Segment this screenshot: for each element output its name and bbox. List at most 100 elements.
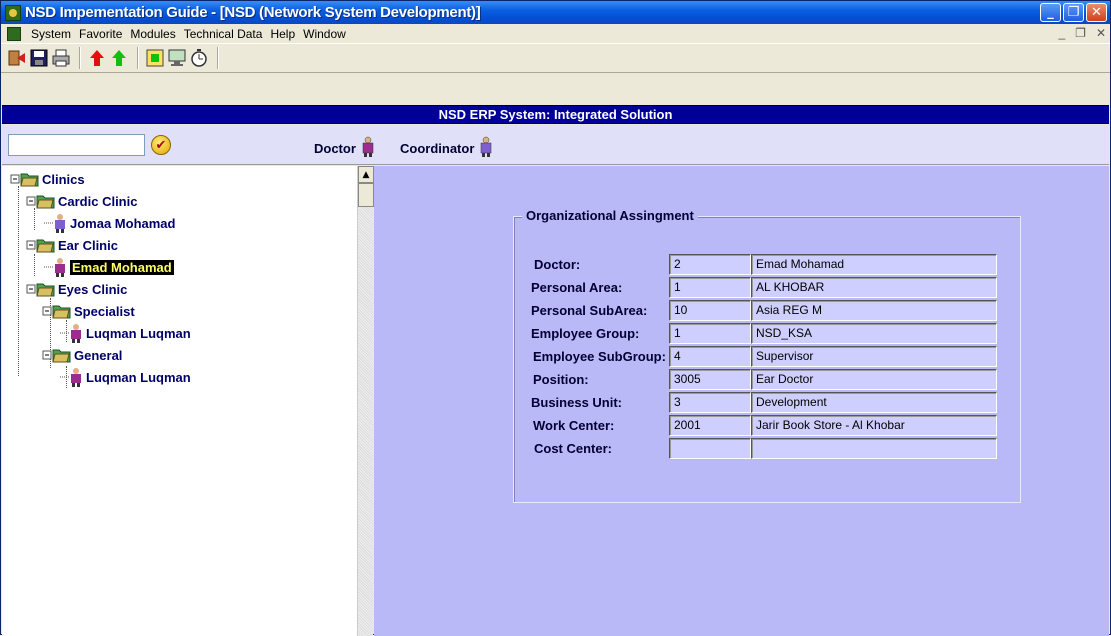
tree-node-specialist[interactable]: Specialist bbox=[42, 300, 135, 322]
field-code[interactable]: 3005 bbox=[669, 369, 751, 390]
menu-bar: System Favorite Modules Technical Data H… bbox=[1, 24, 1110, 43]
clinic-tree-panel: Clinics Cardic Clinic Jomaa Mohamad Ear … bbox=[2, 166, 374, 636]
mdi-restore-button[interactable]: ❐ bbox=[1075, 26, 1086, 40]
field-row-personal-area: Personal Area: 1 AL KHOBAR bbox=[514, 277, 1022, 299]
stopwatch-icon[interactable] bbox=[189, 47, 209, 69]
field-code[interactable] bbox=[669, 438, 751, 459]
toolbar-separator bbox=[137, 47, 139, 69]
menu-technical-data[interactable]: Technical Data bbox=[180, 27, 267, 41]
menu-window[interactable]: Window bbox=[299, 27, 350, 41]
field-label: Employee SubGroup: bbox=[533, 349, 666, 364]
tree-node-clinics[interactable]: Clinics bbox=[10, 168, 85, 190]
doctor-person-icon bbox=[60, 368, 84, 387]
mdi-close-button[interactable]: ✕ bbox=[1096, 26, 1106, 40]
folder-tree-icon bbox=[26, 280, 56, 298]
tree-node-emad-mohamad[interactable]: Emad Mohamad bbox=[44, 256, 174, 278]
folder-tree-icon bbox=[42, 302, 72, 320]
app-window: NSD Impementation Guide - [NSD (Network … bbox=[0, 0, 1111, 636]
close-button[interactable]: ✕ bbox=[1086, 3, 1107, 22]
field-row-employee-subgroup: Employee SubGroup: 4 Supervisor bbox=[514, 346, 1022, 368]
app-icon bbox=[5, 4, 21, 21]
tree-node-luqman-specialist[interactable]: Luqman Luqman bbox=[60, 322, 191, 344]
print-icon[interactable] bbox=[51, 47, 71, 69]
menu-modules[interactable]: Modules bbox=[126, 27, 179, 41]
field-description[interactable]: Emad Mohamad bbox=[751, 254, 997, 275]
field-code[interactable]: 3 bbox=[669, 392, 751, 413]
tree-node-general[interactable]: General bbox=[42, 344, 122, 366]
field-description[interactable]: Jarir Book Store - Al Khobar bbox=[751, 415, 997, 436]
doctor-person-icon bbox=[362, 136, 374, 161]
menu-help[interactable]: Help bbox=[266, 27, 299, 41]
folder-tree-icon bbox=[42, 346, 72, 364]
doctor-role-label: Doctor bbox=[314, 141, 356, 156]
coordinator-person-icon bbox=[480, 136, 492, 161]
field-label: Position: bbox=[533, 372, 589, 387]
scroll-up-arrow-icon[interactable]: ▲ bbox=[358, 166, 374, 183]
doctor-person-icon bbox=[44, 258, 68, 277]
details-panel: Organizational Assingment Doctor: 2 Emad… bbox=[374, 166, 1109, 636]
tree-node-luqman-general[interactable]: Luqman Luqman bbox=[60, 366, 191, 388]
group-title: Organizational Assingment bbox=[522, 208, 698, 223]
field-description[interactable]: AL KHOBAR bbox=[751, 277, 997, 298]
toolbar-separator bbox=[217, 47, 219, 69]
field-label: Work Center: bbox=[533, 418, 615, 433]
menu-system[interactable]: System bbox=[27, 27, 75, 41]
tree-node-eyes-clinic[interactable]: Eyes Clinic bbox=[26, 278, 127, 300]
coordinator-role-label: Coordinator bbox=[400, 141, 475, 156]
tree-node-ear-clinic[interactable]: Ear Clinic bbox=[26, 234, 118, 256]
menu-favorite[interactable]: Favorite bbox=[75, 27, 126, 41]
field-description[interactable]: NSD_KSA bbox=[751, 323, 997, 344]
field-row-position: Position: 3005 Ear Doctor bbox=[514, 369, 1022, 391]
title-bar: NSD Impementation Guide - [NSD (Network … bbox=[1, 1, 1110, 24]
minimize-button[interactable]: _ bbox=[1040, 3, 1061, 22]
tree-node-cardic-clinic[interactable]: Cardic Clinic bbox=[26, 190, 137, 212]
field-description[interactable]: Asia REG M bbox=[751, 300, 997, 321]
arrow-up-red-icon[interactable] bbox=[87, 47, 107, 69]
field-code[interactable]: 2001 bbox=[669, 415, 751, 436]
field-code[interactable]: 4 bbox=[669, 346, 751, 367]
exit-icon[interactable] bbox=[7, 47, 27, 69]
doctor-role[interactable]: Doctor bbox=[314, 136, 374, 161]
toolbar bbox=[1, 43, 1110, 73]
field-code[interactable]: 1 bbox=[669, 323, 751, 344]
system-header: NSD ERP System: Integrated Solution bbox=[2, 105, 1109, 124]
tree-scrollbar[interactable]: ▲ bbox=[357, 166, 374, 636]
field-row-employee-group: Employee Group: 1 NSD_KSA bbox=[514, 323, 1022, 345]
coordinator-role[interactable]: Coordinator bbox=[400, 136, 492, 161]
organizational-assignment-group: Organizational Assingment Doctor: 2 Emad… bbox=[513, 208, 1022, 503]
field-code[interactable]: 1 bbox=[669, 277, 751, 298]
window-title: NSD Impementation Guide - [NSD (Network … bbox=[25, 4, 481, 21]
field-label: Employee Group: bbox=[531, 326, 640, 341]
field-code[interactable]: 2 bbox=[669, 254, 751, 275]
search-row: ✔ Doctor Coordinator bbox=[2, 125, 1109, 165]
save-icon[interactable] bbox=[29, 47, 49, 69]
maximize-button[interactable]: ❐ bbox=[1063, 3, 1084, 22]
field-code[interactable]: 10 bbox=[669, 300, 751, 321]
scroll-thumb[interactable] bbox=[358, 183, 374, 207]
search-input[interactable] bbox=[8, 134, 145, 156]
green-square-icon[interactable] bbox=[145, 47, 165, 69]
field-label: Personal Area: bbox=[531, 280, 623, 295]
toolbar-separator bbox=[79, 47, 81, 69]
arrow-up-green-icon[interactable] bbox=[109, 47, 129, 69]
field-description[interactable]: Supervisor bbox=[751, 346, 997, 367]
field-row-cost-center: Cost Center: bbox=[514, 438, 1022, 460]
field-row-business-unit: Business Unit: 3 Development bbox=[514, 392, 1022, 414]
doctor-person-icon bbox=[60, 324, 84, 343]
field-row-personal-subarea: Personal SubArea: 10 Asia REG M bbox=[514, 300, 1022, 322]
mdi-minimize-button[interactable]: _ bbox=[1058, 26, 1065, 40]
field-label: Cost Center: bbox=[534, 441, 613, 456]
field-description[interactable]: Development bbox=[751, 392, 997, 413]
document-icon[interactable] bbox=[7, 26, 21, 41]
tree-node-jomaa-mohamad[interactable]: Jomaa Mohamad bbox=[44, 212, 175, 234]
check-go-button[interactable]: ✔ bbox=[151, 135, 171, 155]
folder-tree-icon bbox=[10, 170, 40, 188]
field-description[interactable] bbox=[751, 438, 997, 459]
field-description[interactable]: Ear Doctor bbox=[751, 369, 997, 390]
field-label: Business Unit: bbox=[531, 395, 623, 410]
field-label: Doctor: bbox=[534, 257, 581, 272]
field-label: Personal SubArea: bbox=[531, 303, 648, 318]
doctor-person-icon bbox=[44, 214, 68, 233]
monitor-icon[interactable] bbox=[167, 47, 187, 69]
field-row-doctor: Doctor: 2 Emad Mohamad bbox=[514, 254, 1022, 276]
